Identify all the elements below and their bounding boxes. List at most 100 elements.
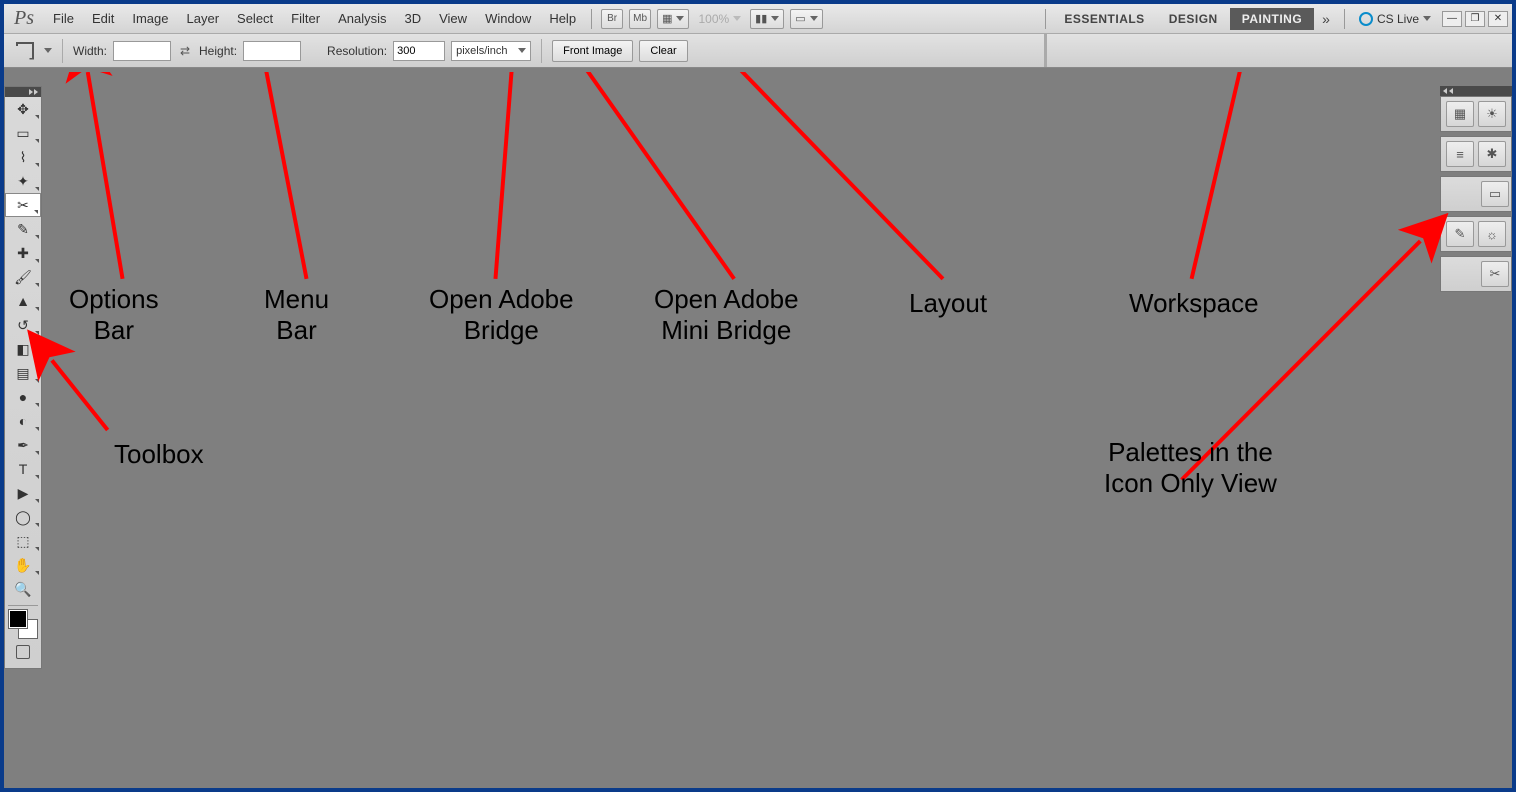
brush-tool[interactable]: 🖌 (5, 265, 41, 289)
grid-icon: ▦ (662, 12, 672, 25)
type-tool[interactable]: T (5, 457, 41, 481)
zoom-readout[interactable]: 100% (692, 12, 747, 26)
chevron-down-icon (1423, 16, 1431, 21)
quick-mask-toggle[interactable] (5, 642, 41, 662)
menu-analysis[interactable]: Analysis (329, 11, 395, 26)
palette-icon[interactable]: ▭ (1481, 181, 1509, 207)
3d-tool[interactable]: ⬚ (5, 529, 41, 553)
width-label: Width: (73, 44, 107, 58)
screen-icon: ▮▮ (755, 12, 767, 25)
swap-dimensions-icon[interactable]: ⇄ (177, 43, 193, 59)
separator (1045, 9, 1046, 29)
menu-image[interactable]: Image (123, 11, 177, 26)
eyedropper-tool[interactable]: ✎ (5, 217, 41, 241)
stamp-tool[interactable]: ▲ (5, 289, 41, 313)
palette-icon[interactable]: ✂ (1481, 261, 1509, 287)
toolbox-collapse-header[interactable] (5, 87, 41, 97)
zoom-tool[interactable]: 🔍 (5, 577, 41, 601)
arrange-dropdown[interactable]: ▭ (790, 9, 822, 29)
chevron-down-icon (771, 16, 779, 21)
window-minimize-button[interactable]: — (1442, 11, 1462, 27)
palette-group: ≡ ✱ (1440, 136, 1512, 172)
hand-tool[interactable]: ✋ (5, 553, 41, 577)
app-logo: Ps (14, 7, 34, 30)
palette-icon[interactable]: ✱ (1478, 141, 1506, 167)
marquee-tool[interactable]: ▭ (5, 121, 41, 145)
chevron-down-icon (518, 48, 526, 53)
toolbox-panel: ✥ ▭ ⌇ ✦ ✂ ✎ ✚ 🖌 ▲ ↺ ◧ ▤ ● ◐ ✒ T ▶ ◯ ⬚ ✋ … (4, 86, 42, 669)
resolution-unit-dropdown[interactable]: pixels/inch (451, 41, 531, 61)
foreground-color-swatch[interactable] (9, 610, 27, 628)
menu-edit[interactable]: Edit (83, 11, 123, 26)
menu-layer[interactable]: Layer (178, 11, 229, 26)
palette-icon[interactable]: ✎ (1446, 221, 1474, 247)
workspace-switcher: ESSENTIALS DESIGN PAINTING » CS Live — ❐… (1039, 8, 1508, 30)
palette-icon[interactable]: ☀ (1478, 101, 1506, 127)
path-select-tool[interactable]: ▶ (5, 481, 41, 505)
palette-group: ▦ ☀ (1440, 96, 1512, 132)
annotation-workspace: Workspace (1129, 288, 1259, 319)
screen-mode-dropdown[interactable]: ▮▮ (750, 9, 784, 29)
history-brush-tool[interactable]: ↺ (5, 313, 41, 337)
separator (591, 9, 592, 29)
blur-tool[interactable]: ● (5, 385, 41, 409)
healing-tool[interactable]: ✚ (5, 241, 41, 265)
layout-dropdown[interactable]: ▦ (657, 9, 689, 29)
height-input[interactable] (243, 41, 301, 61)
cs-live-icon (1359, 12, 1373, 26)
move-tool[interactable]: ✥ (5, 97, 41, 121)
palette-icon[interactable]: ▦ (1446, 101, 1474, 127)
workspace-tab-design[interactable]: DESIGN (1157, 8, 1230, 30)
menu-file[interactable]: File (44, 11, 83, 26)
annotation-bridge: Open AdobeBridge (429, 284, 574, 346)
open-bridge-button[interactable]: Br (601, 9, 623, 29)
arrange-icon: ▭ (795, 12, 805, 25)
menu-help[interactable]: Help (540, 11, 585, 26)
palette-icon[interactable]: ≡ (1446, 141, 1474, 167)
separator (1044, 34, 1047, 67)
menu-window[interactable]: Window (476, 11, 540, 26)
menu-filter[interactable]: Filter (282, 11, 329, 26)
shape-tool[interactable]: ◯ (5, 505, 41, 529)
height-label: Height: (199, 44, 237, 58)
crop-tool[interactable]: ✂ (5, 193, 41, 217)
resolution-label: Resolution: (327, 44, 387, 58)
width-input[interactable] (113, 41, 171, 61)
annotation-options-bar: OptionsBar (69, 284, 159, 346)
palettes-expand-header[interactable] (1440, 86, 1512, 96)
window-restore-button[interactable]: ❐ (1465, 11, 1485, 27)
window-close-button[interactable]: ✕ (1488, 11, 1508, 27)
menu-view[interactable]: View (430, 11, 476, 26)
resolution-input[interactable] (393, 41, 445, 61)
workspace-more-button[interactable]: » (1314, 11, 1338, 27)
annotation-mini-bridge: Open AdobeMini Bridge (654, 284, 799, 346)
annotation-layout: Layout (909, 288, 987, 319)
chevron-down-icon (810, 16, 818, 21)
eraser-tool[interactable]: ◧ (5, 337, 41, 361)
palettes-dock: ▦ ☀ ≡ ✱ ▭ ✎ ☼ ✂ (1440, 86, 1512, 296)
palette-group: ✎ ☼ (1440, 216, 1512, 252)
annotation-arrows (4, 72, 1512, 788)
crop-tool-icon[interactable] (12, 40, 38, 62)
chevron-down-icon[interactable] (44, 48, 52, 53)
cs-live-button[interactable]: CS Live (1351, 12, 1439, 26)
menu-3d[interactable]: 3D (395, 11, 430, 26)
workspace-tab-painting[interactable]: PAINTING (1230, 8, 1314, 30)
color-swatches[interactable] (9, 610, 37, 638)
open-mini-bridge-button[interactable]: Mb (629, 9, 651, 29)
front-image-button[interactable]: Front Image (552, 40, 633, 62)
clear-button[interactable]: Clear (639, 40, 687, 62)
pen-tool[interactable]: ✒ (5, 433, 41, 457)
palette-group: ▭ (1440, 176, 1512, 212)
separator (1344, 9, 1345, 29)
palette-group: ✂ (1440, 256, 1512, 292)
palette-icon[interactable]: ☼ (1478, 221, 1506, 247)
chevron-down-icon (676, 16, 684, 21)
lasso-tool[interactable]: ⌇ (5, 145, 41, 169)
gradient-tool[interactable]: ▤ (5, 361, 41, 385)
dodge-tool[interactable]: ◐ (5, 409, 41, 433)
menu-select[interactable]: Select (228, 11, 282, 26)
wand-tool[interactable]: ✦ (5, 169, 41, 193)
annotation-toolbox: Toolbox (114, 439, 204, 470)
workspace-tab-essentials[interactable]: ESSENTIALS (1052, 8, 1156, 30)
